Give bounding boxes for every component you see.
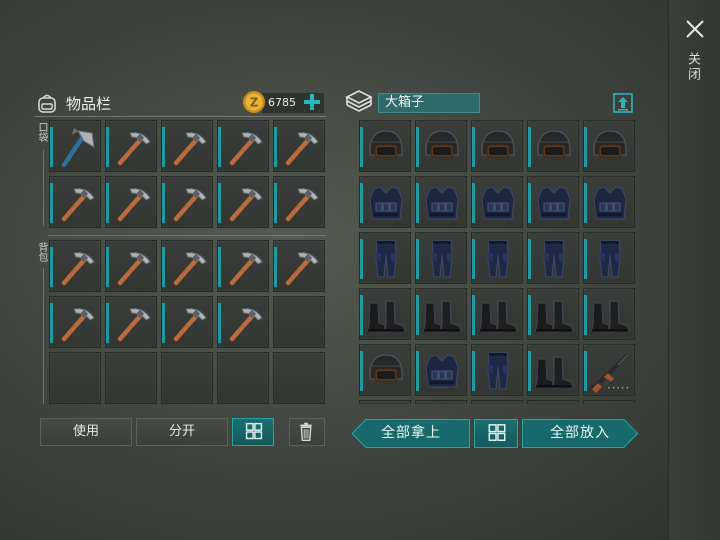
chest-name-field[interactable]: 大箱子 [378,93,480,113]
chest-slot[interactable] [527,176,579,228]
vest-icon [593,186,627,220]
chest-slot[interactable] [471,400,523,404]
chest-slot[interactable] [583,120,635,172]
chest-slot[interactable] [527,288,579,340]
chest-slot[interactable] [415,120,467,172]
pants-icon [431,240,453,278]
upload-icon[interactable] [612,92,634,114]
chest-slot[interactable] [359,400,411,404]
boots-icon [367,300,405,332]
chest-slot[interactable] [415,288,467,340]
chest-slot[interactable] [583,232,635,284]
trash-icon [300,422,312,442]
boots-icon [479,300,517,332]
chest-slot[interactable] [471,288,523,340]
durability-indicator: ••••• [607,385,630,392]
boots-icon [535,300,573,332]
chest-slot[interactable] [471,232,523,284]
chest-slot[interactable] [415,400,467,404]
chest-slot[interactable] [583,400,635,404]
chest-slot[interactable] [583,176,635,228]
put-all-label: 全部放入 [550,425,610,441]
vest-icon [537,186,571,220]
helmet-icon [369,130,403,158]
grid-icon [245,422,263,440]
trash-button[interactable] [289,418,325,446]
grid-icon [488,424,506,441]
pants-icon [487,240,509,278]
boots-icon [535,356,573,388]
chest-slot[interactable] [527,400,579,404]
boots-icon [591,300,629,332]
pants-icon [543,240,565,278]
chest-slot[interactable] [359,344,411,396]
chest-slot[interactable] [359,120,411,172]
sort-chest-button[interactable] [474,419,518,448]
vest-icon [425,354,459,388]
chest-slot[interactable] [415,344,467,396]
helmet-icon [481,130,515,158]
chest-slot[interactable]: ••••• [583,344,635,396]
take-all-label: 全部拿上 [381,425,441,441]
pants-icon [375,240,397,278]
helmet-icon [537,130,571,158]
chest-slot[interactable] [471,344,523,396]
chest-slot[interactable] [415,176,467,228]
helmet-icon [369,354,403,382]
vest-icon [481,186,515,220]
helmet-icon [425,130,459,158]
boots-icon [423,300,461,332]
vest-icon [369,186,403,220]
chest-slot[interactable] [527,232,579,284]
helmet-icon [593,130,627,158]
put-all-button[interactable]: 全部放入 [522,419,638,448]
vest-icon [425,186,459,220]
chest-slot[interactable] [359,176,411,228]
take-all-button[interactable]: 全部拿上 [352,419,470,448]
chest-icon [345,90,373,112]
chest-slot[interactable] [527,344,579,396]
chest-slot[interactable] [415,232,467,284]
chest-slot[interactable] [471,176,523,228]
split-button[interactable]: 分开 [136,418,228,446]
sort-inventory-button[interactable] [232,418,274,446]
chest-slot[interactable] [583,288,635,340]
pants-icon [599,240,621,278]
chest-slot[interactable] [527,120,579,172]
use-button[interactable]: 使用 [40,418,132,446]
pants-icon [487,352,509,390]
chest-slot[interactable] [359,288,411,340]
chest-slot[interactable] [359,232,411,284]
chest-slot[interactable] [471,120,523,172]
